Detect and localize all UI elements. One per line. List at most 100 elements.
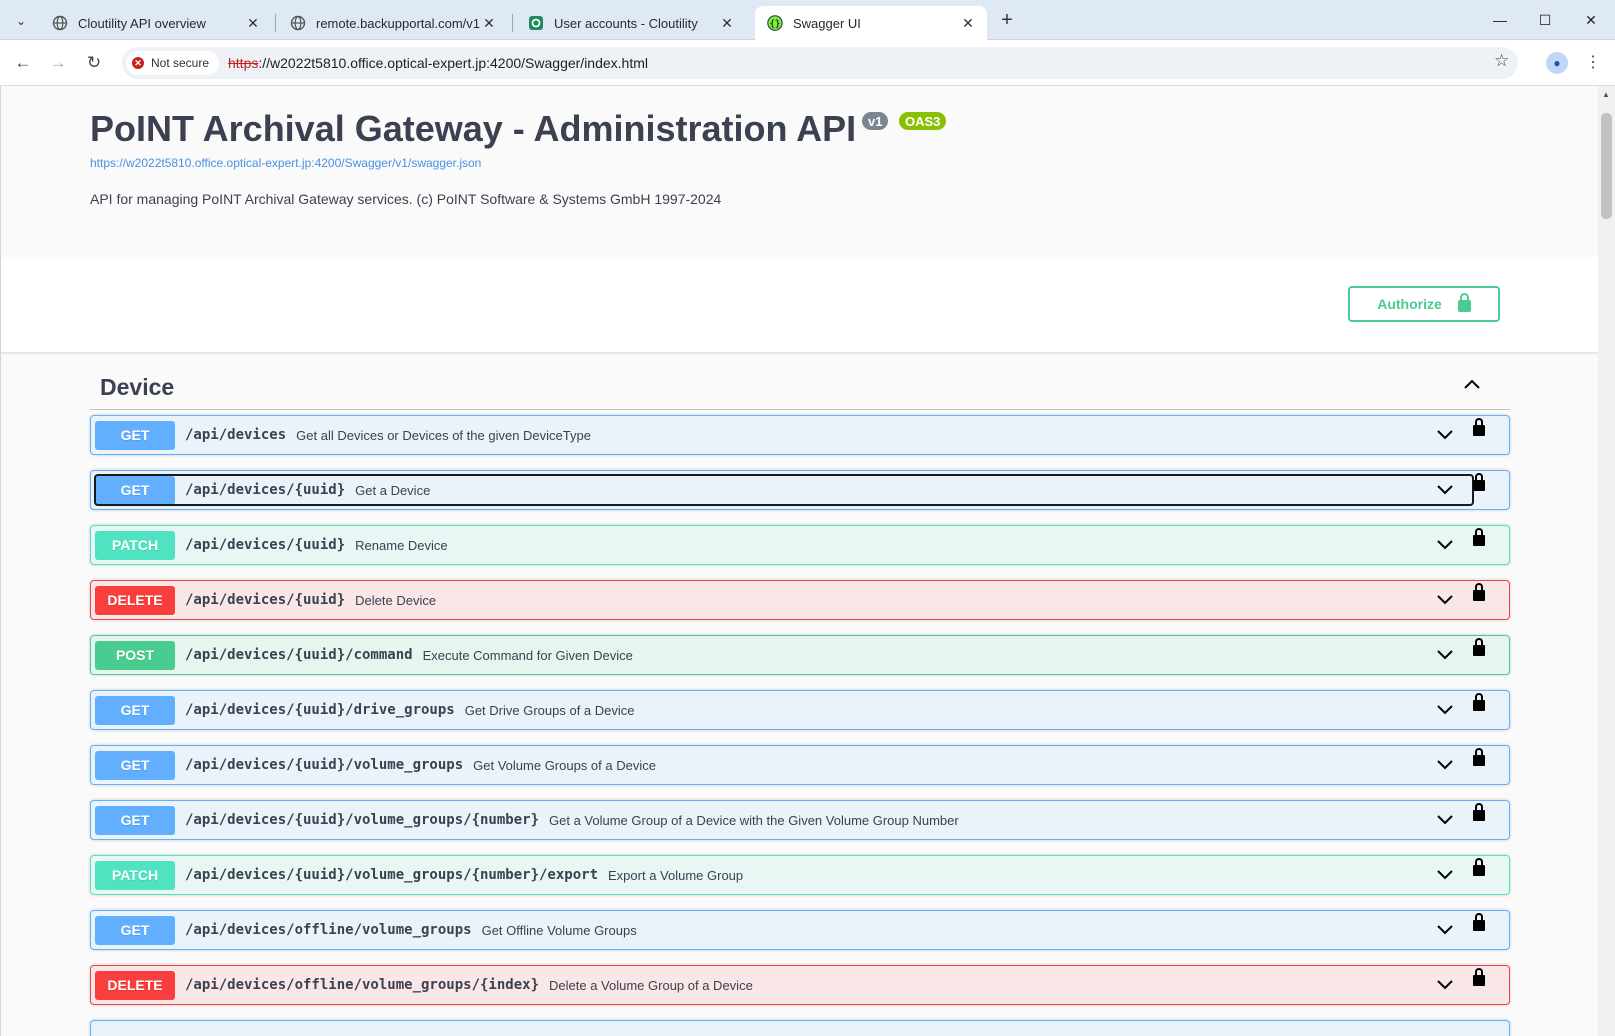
close-icon[interactable]: ✕ [480, 15, 498, 32]
minimize-icon[interactable]: — [1477, 4, 1523, 36]
lock-icon[interactable] [1473, 528, 1485, 546]
tab-label: Swagger UI [793, 15, 861, 31]
method-badge: DELETE [95, 585, 175, 615]
tab-remote-backupportal[interactable]: remote.backupportal.com/v1/u ✕ [278, 6, 508, 40]
operation-description: Get a Device [355, 482, 431, 498]
operation-summary[interactable]: PATCH /api/devices/{uuid}/volume_groups/… [95, 860, 1473, 890]
swagger-logo-icon: {} [767, 15, 783, 31]
forward-arrow-icon[interactable]: → [45, 50, 71, 76]
scrollbar-track[interactable] [1598, 86, 1615, 1036]
not-secure-label: Not secure [151, 56, 210, 70]
address-bar[interactable]: ✕ Not secure https://w2022t5810.office.o… [122, 47, 1518, 79]
operation-summary[interactable]: GET /api/devices/offline/volume_groups G… [95, 915, 1473, 945]
operation-path: /api/devices/{uuid}/volume_groups/{numbe… [185, 812, 540, 828]
method-badge: GET [95, 695, 175, 725]
api-info: PoINT Archival Gateway - Administration … [1, 86, 1598, 257]
chevron-down-icon[interactable] [1435, 699, 1455, 719]
reload-icon[interactable]: ↻ [81, 50, 107, 76]
lock-icon[interactable] [1473, 473, 1485, 491]
lock-icon[interactable] [1473, 803, 1485, 821]
tab-cloutility-api-overview[interactable]: Cloutility API overview ✕ [40, 6, 272, 40]
lock-icon[interactable] [1473, 968, 1485, 986]
operation-summary[interactable]: DELETE /api/devices/{uuid} Delete Device [95, 585, 1473, 615]
operation-get-volume-group-number[interactable]: GET /api/devices/{uuid}/volume_groups/{n… [90, 800, 1510, 840]
chevron-down-icon[interactable] [1435, 809, 1455, 829]
operation-post-device-command[interactable]: POST /api/devices/{uuid}/command Execute… [90, 635, 1510, 675]
operation-get-devices[interactable]: GET /api/devices Get all Devices or Devi… [90, 415, 1510, 455]
operation-patch-volume-group-export[interactable]: PATCH /api/devices/{uuid}/volume_groups/… [90, 855, 1510, 895]
chevron-down-icon[interactable] [1435, 589, 1455, 609]
operation-summary[interactable]: GET /api/devices Get all Devices or Devi… [95, 420, 1473, 450]
operation-get-volume-groups[interactable]: GET /api/devices/{uuid}/volume_groups Ge… [90, 745, 1510, 785]
operation-path: /api/devices/{uuid}/drive_groups [185, 702, 455, 718]
url-protocol: https [228, 55, 259, 71]
close-icon[interactable]: ✕ [244, 15, 262, 32]
method-badge: GET [95, 475, 175, 505]
operation-description: Delete Device [355, 592, 437, 608]
operation-summary[interactable]: DELETE /api/devices/offline/volume_group… [95, 970, 1473, 1000]
tab-label: User accounts - Cloutility [554, 15, 698, 31]
close-icon[interactable]: ✕ [959, 15, 977, 32]
authorize-button[interactable]: Authorize [1348, 286, 1500, 322]
method-badge: POST [95, 640, 175, 670]
lock-icon[interactable] [1473, 418, 1485, 436]
chevron-up-icon[interactable] [1462, 374, 1482, 394]
lock-icon[interactable] [1473, 748, 1485, 766]
lock-icon[interactable] [1473, 913, 1485, 931]
new-tab-plus-icon[interactable]: + [995, 8, 1019, 32]
chevron-down-icon[interactable] [1435, 424, 1455, 444]
tab-search-chevron-icon[interactable]: ⌄ [8, 8, 34, 34]
back-arrow-icon[interactable]: ← [10, 50, 36, 76]
tab-swagger-ui[interactable]: {} Swagger UI ✕ [755, 6, 987, 40]
operation-description: Rename Device [355, 537, 448, 553]
close-icon[interactable]: ✕ [718, 15, 736, 32]
operation-next-partial[interactable] [90, 1020, 1510, 1036]
operation-description: Execute Command for Given Device [422, 647, 633, 663]
operation-path: /api/devices/offline/volume_groups/{inde… [185, 977, 540, 993]
operation-path: /api/devices/{uuid}/command [185, 647, 413, 663]
operation-summary[interactable]: GET /api/devices/{uuid}/volume_groups Ge… [95, 750, 1473, 780]
chevron-down-icon[interactable] [1435, 534, 1455, 554]
maximize-icon[interactable]: ☐ [1522, 4, 1568, 36]
window-close-icon[interactable]: ✕ [1568, 4, 1614, 36]
more-menu-icon[interactable]: ⋮ [1585, 52, 1601, 72]
tab-user-accounts-cloutility[interactable]: User accounts - Cloutility ✕ [516, 6, 746, 40]
lock-icon[interactable] [1473, 583, 1485, 601]
bookmark-star-icon[interactable]: ☆ [1494, 51, 1509, 71]
chevron-down-icon[interactable] [1435, 754, 1455, 774]
profile-avatar-icon[interactable]: ● [1546, 52, 1568, 74]
url-rest: ://w2022t5810.office.optical-expert.jp:4… [258, 55, 649, 71]
operation-summary[interactable]: PATCH /api/devices/{uuid} Rename Device [95, 530, 1473, 560]
chevron-down-icon[interactable] [1435, 644, 1455, 664]
scrollbar-thumb[interactable] [1601, 113, 1612, 219]
operation-path: /api/devices/{uuid}/volume_groups/{numbe… [185, 867, 599, 883]
scroll-up-arrow-icon[interactable]: ▲ [1602, 90, 1610, 99]
operation-summary[interactable]: GET /api/devices/{uuid}/volume_groups/{n… [95, 805, 1473, 835]
swagger-json-link[interactable]: https://w2022t5810.office.optical-expert… [90, 156, 481, 170]
operation-summary[interactable]: POST /api/devices/{uuid}/command Execute… [95, 640, 1473, 670]
operation-summary[interactable]: GET /api/devices/{uuid} Get a Device [94, 474, 1474, 506]
operation-get-offline-volume-groups[interactable]: GET /api/devices/offline/volume_groups G… [90, 910, 1510, 950]
chevron-down-icon[interactable] [1435, 919, 1455, 939]
operation-delete-device-uuid[interactable]: DELETE /api/devices/{uuid} Delete Device [90, 580, 1510, 620]
url-text[interactable]: https://w2022t5810.office.optical-expert… [228, 55, 648, 71]
method-badge: GET [95, 805, 175, 835]
lock-icon[interactable] [1473, 638, 1485, 656]
operation-description: Get all Devices or Devices of the given … [296, 427, 591, 443]
lock-icon[interactable] [1473, 858, 1485, 876]
operation-delete-offline-volume-group[interactable]: DELETE /api/devices/offline/volume_group… [90, 965, 1510, 1005]
tag-section-device[interactable]: Device [90, 364, 1510, 410]
operation-description: Get Volume Groups of a Device [473, 757, 656, 773]
warning-icon: ✕ [132, 57, 144, 69]
chevron-down-icon[interactable] [1435, 479, 1455, 499]
operation-get-drive-groups[interactable]: GET /api/devices/{uuid}/drive_groups Get… [90, 690, 1510, 730]
operation-summary[interactable]: GET /api/devices/{uuid}/drive_groups Get… [95, 695, 1473, 725]
browser-tab-bar: ⌄ Cloutility API overview ✕ remote.backu… [0, 0, 1615, 40]
site-security-chip[interactable]: ✕ Not secure [126, 51, 220, 75]
lock-icon[interactable] [1473, 693, 1485, 711]
chevron-down-icon[interactable] [1435, 974, 1455, 994]
operation-patch-device-uuid[interactable]: PATCH /api/devices/{uuid} Rename Device [90, 525, 1510, 565]
chevron-down-icon[interactable] [1435, 864, 1455, 884]
scheme-container: Authorize [1, 257, 1598, 353]
operation-get-device-uuid[interactable]: GET /api/devices/{uuid} Get a Device [90, 470, 1510, 510]
